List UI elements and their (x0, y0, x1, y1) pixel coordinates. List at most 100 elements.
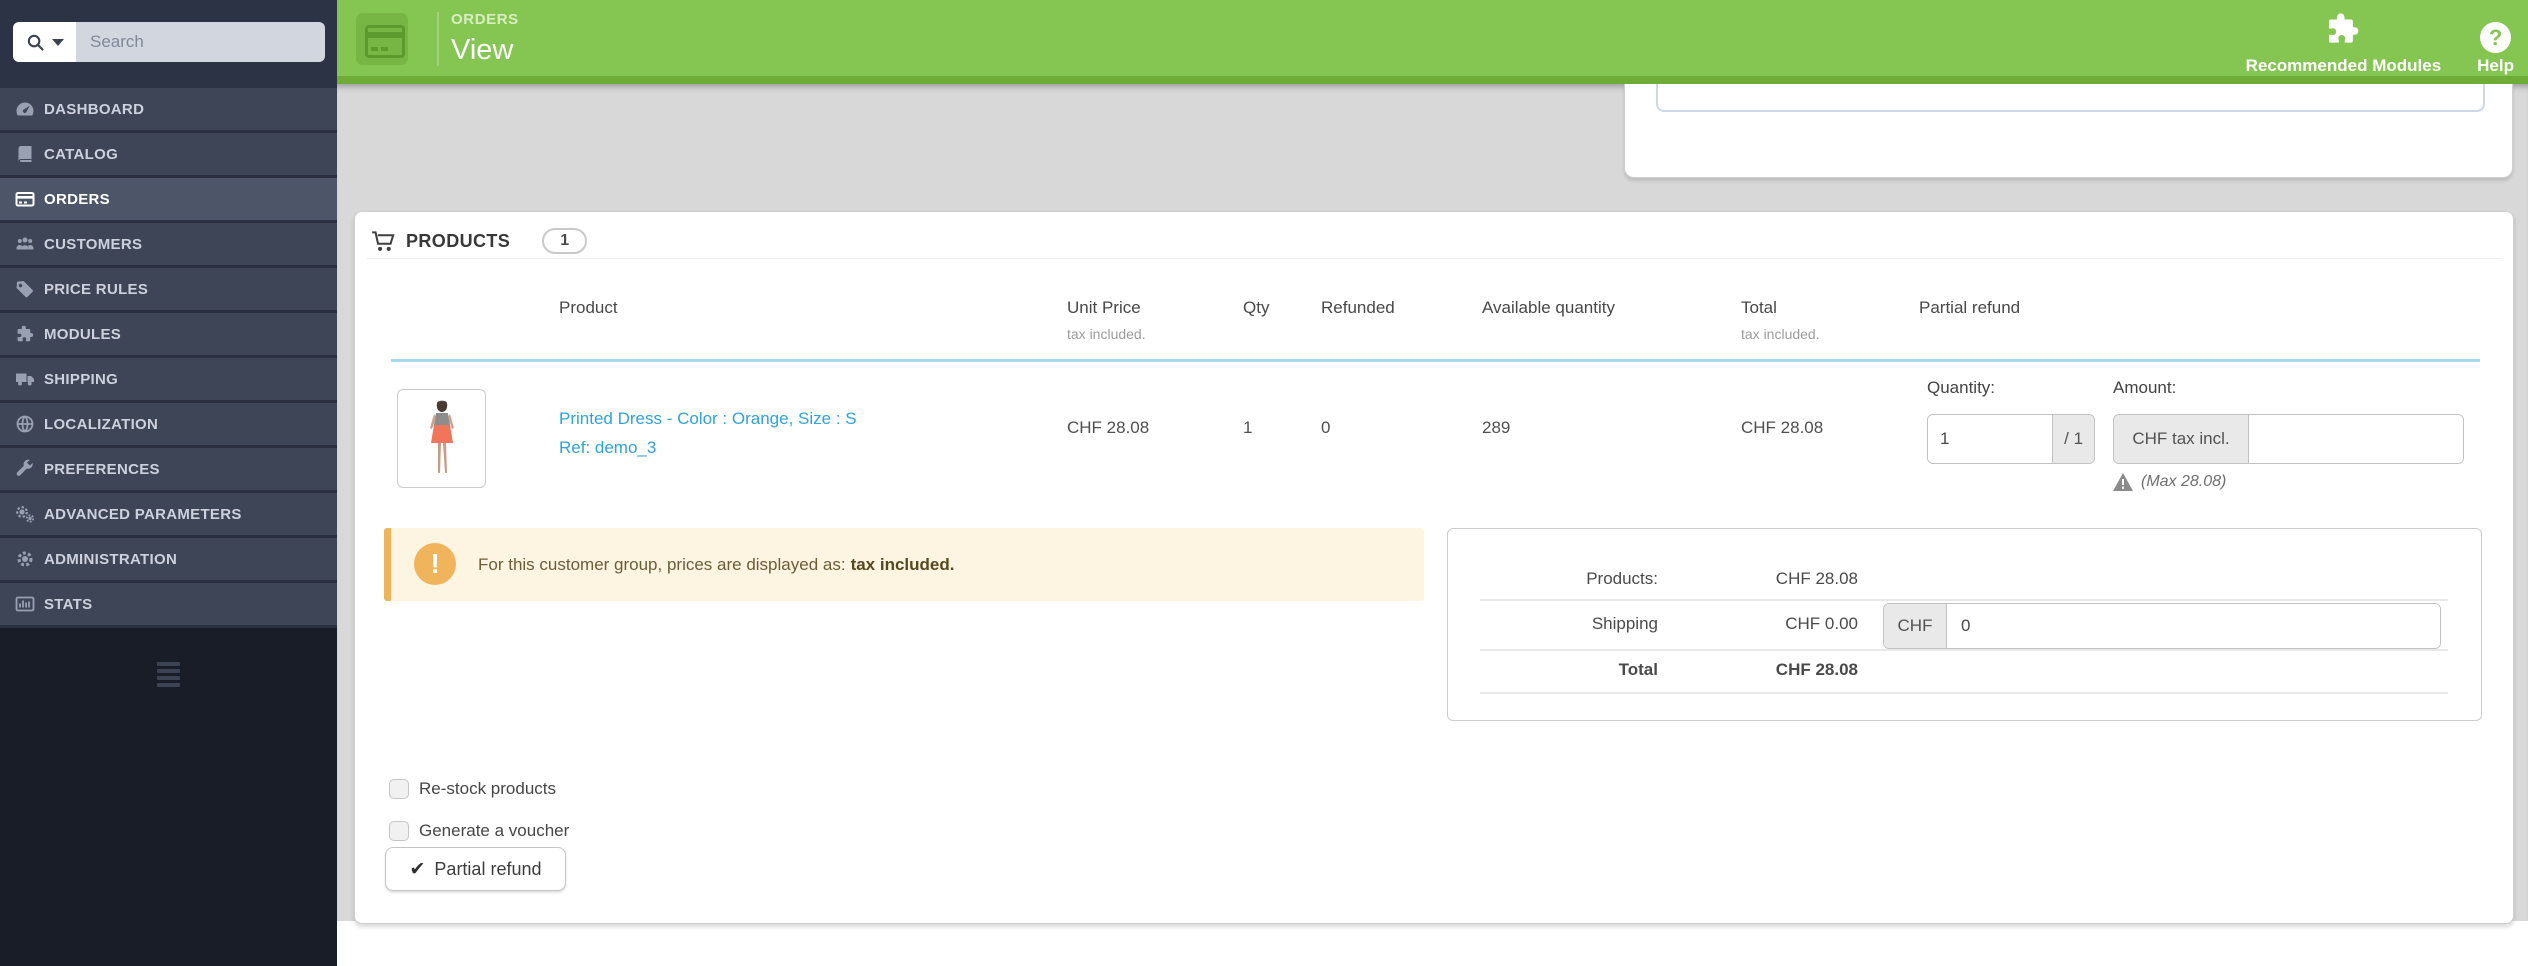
table-header-underline (391, 359, 2480, 362)
cell-qty: 1 (1243, 418, 1253, 437)
sidebar-item-label: CATALOG (44, 145, 119, 163)
collapse-menu-icon[interactable] (157, 662, 180, 690)
refund-amount-input[interactable] (2249, 415, 2463, 463)
sidebar-item-advanced-parameters[interactable]: ADVANCED PARAMETERS (0, 493, 337, 538)
truck-icon (14, 369, 35, 390)
refund-quantity-input[interactable] (1928, 415, 2053, 463)
refund-quantity-group: / 1 (1927, 414, 2095, 464)
sidebar-item-administration[interactable]: ADMINISTRATION (0, 538, 337, 583)
search-input[interactable] (76, 22, 325, 62)
totals-products-value: CHF 28.08 (1775, 569, 1858, 588)
gear-icon (14, 549, 35, 570)
sidebar-item-label: STATS (44, 595, 93, 613)
cell-total: CHF 28.08 (1741, 418, 1824, 437)
dress-image (429, 400, 454, 473)
refund-quantity-max-addon: / 1 (2052, 415, 2094, 463)
refund-amount-addon: CHF tax incl. (2114, 415, 2249, 463)
generate-voucher-label: Generate a voucher (419, 821, 570, 840)
sidebar-item-label: SHIPPING (44, 370, 119, 388)
sidebar-item-label: MODULES (44, 325, 122, 343)
page-title: View (451, 34, 514, 66)
recommended-modules-button[interactable]: Recommended Modules (2246, 10, 2441, 76)
help-label: Help (2477, 56, 2514, 75)
sidebar-item-price-rules[interactable]: PRICE RULES (0, 268, 337, 313)
col-header-available-quantity: Available quantity (1482, 298, 1615, 317)
breadcrumb: ORDERS (451, 11, 519, 28)
sidebar-item-label: DASHBOARD (44, 100, 145, 118)
shipping-cost-input[interactable] (1947, 604, 2440, 648)
header-divider (437, 12, 439, 66)
product-name: Printed Dress - Color : Orange, Size : S (559, 409, 857, 428)
cell-unit-price: CHF 28.08 (1067, 418, 1150, 437)
sidebar-item-customers[interactable]: CUSTOMERS (0, 223, 337, 268)
sidebar-item-label: ORDERS (44, 190, 110, 208)
totals-shipping-value: CHF 0.00 (1785, 614, 1858, 633)
refund-amount-label: Amount: (2113, 378, 2177, 397)
globe-icon (14, 414, 35, 435)
sidebar-item-label: CUSTOMERS (44, 235, 143, 253)
people-icon (14, 234, 35, 255)
sidebar-item-catalog[interactable]: CATALOG (0, 133, 337, 178)
col-header-partial-refund: Partial refund (1919, 298, 2021, 317)
exclamation-circle-icon: ! (414, 543, 456, 585)
notice-text-bold: tax included. (850, 554, 955, 574)
sidebar-item-label: LOCALIZATION (44, 415, 159, 433)
bar-chart-icon (14, 594, 35, 615)
products-panel-header: PRODUCTS 1 (371, 223, 588, 259)
sidebar-menu: DASHBOARD CATALOG ORDERS CUSTOMERS PRICE… (0, 88, 337, 628)
sidebar-item-localization[interactable]: LOCALIZATION (0, 403, 337, 448)
restock-products-checkbox[interactable] (389, 779, 409, 799)
search-widget (13, 22, 325, 62)
orders-header-icon (356, 13, 408, 65)
refund-amount-group: CHF tax incl. (2113, 414, 2464, 464)
sidebar-item-orders[interactable]: ORDERS (0, 178, 337, 223)
sidebar-item-dashboard[interactable]: DASHBOARD (0, 88, 337, 133)
credit-card-icon (365, 25, 405, 58)
col-header-product: Product (559, 298, 618, 317)
wrench-icon (14, 459, 35, 480)
chevron-down-icon (51, 38, 64, 46)
refund-max-note: (Max 28.08) (2113, 473, 2226, 491)
totals-total-value: CHF 28.08 (1775, 660, 1858, 679)
shipping-currency-addon: CHF (1884, 604, 1947, 648)
search-icon (26, 33, 45, 52)
sidebar-item-preferences[interactable]: PREFERENCES (0, 448, 337, 493)
generate-voucher-checkbox[interactable] (389, 821, 409, 841)
products-count-badge: 1 (542, 228, 588, 254)
sidebar-search-area (0, 0, 337, 88)
cell-available-quantity: 289 (1482, 418, 1511, 437)
panel-title: PRODUCTS (406, 230, 511, 251)
search-scope-button[interactable] (13, 22, 76, 62)
product-link[interactable]: Printed Dress - Color : Orange, Size : S… (559, 404, 857, 462)
panel-separator (367, 258, 2501, 259)
gears-icon (14, 504, 35, 525)
sidebar-item-label: ADVANCED PARAMETERS (44, 505, 242, 523)
totals-products-label: Products: (1586, 569, 1658, 588)
voucher-option-row: Generate a voucher (389, 821, 569, 841)
refund-quantity-label: Quantity: (1927, 378, 1996, 397)
cell-refunded: 0 (1321, 418, 1331, 437)
scrolled-panel-inner-box (1656, 84, 2485, 112)
tax-display-notice: ! For this customer group, prices are di… (384, 528, 1424, 601)
dashboard-gauge-icon (14, 99, 35, 120)
book-icon (14, 144, 35, 165)
sidebar-item-shipping[interactable]: SHIPPING (0, 358, 337, 403)
notice-text-main: For this customer group, prices are disp… (478, 554, 846, 574)
col-subheader-tax-note: tax included. (1741, 326, 1820, 342)
main-content: PRODUCTS 1 Product Unit Price tax includ… (337, 84, 2528, 966)
restock-products-label: Re-stock products (419, 779, 556, 798)
partial-refund-button[interactable]: ✔ Partial refund (385, 847, 566, 891)
scrolled-panel-cutoff (1624, 84, 2513, 178)
sidebar-item-stats[interactable]: STATS (0, 583, 337, 628)
order-totals-box: Products: CHF 28.08 Shipping CHF 0.00 CH… (1447, 528, 2482, 721)
shopping-cart-icon (371, 230, 396, 253)
refund-max-text: (Max 28.08) (2141, 473, 2227, 490)
check-icon: ✔ (409, 858, 426, 880)
help-button[interactable]: ? Help (2477, 22, 2514, 76)
sidebar-item-modules[interactable]: MODULES (0, 313, 337, 358)
totals-divider (1480, 599, 2448, 601)
puzzle-icon (14, 324, 35, 345)
page-header: ORDERS View Recommended Modules ? Help (337, 0, 2528, 84)
col-header-unit-price: Unit Price (1067, 298, 1141, 317)
shipping-cost-group: CHF (1883, 603, 2441, 649)
